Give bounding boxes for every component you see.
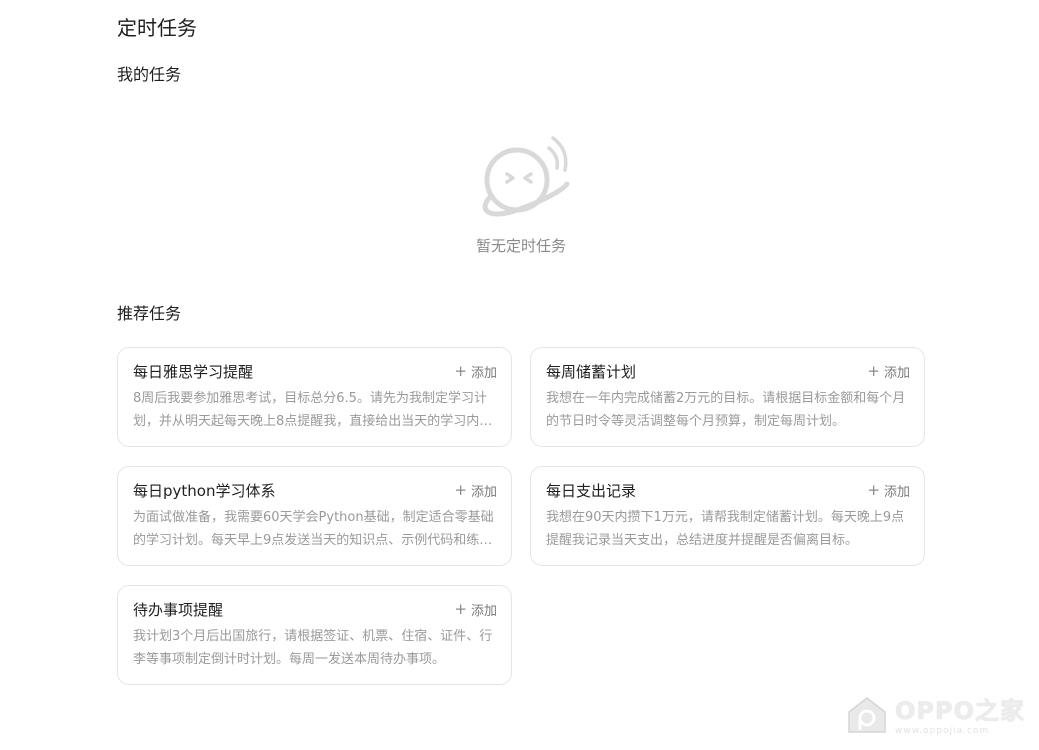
task-card-title: 每日雅思学习提醒 (133, 362, 254, 381)
add-task-button[interactable]: + 添加 (867, 362, 910, 381)
site-watermark: OPPO之家 www.oppojia.com (845, 691, 1025, 736)
my-tasks-heading: 我的任务 (117, 65, 182, 84)
empty-state: 暂无定时任务 (117, 130, 925, 256)
task-card-description: 我计划3个月后出国旅行，请根据签证、机票、住宿、证件、行李等事项制定倒计时计划。… (133, 629, 493, 667)
plus-icon: + (454, 599, 467, 618)
task-card-title: 每周储蓄计划 (546, 362, 637, 381)
recommended-task-list: 每日雅思学习提醒 + 添加 8周后我要参加雅思考试，目标总分6.5。请先为我制定学… (117, 347, 925, 685)
task-card-python[interactable]: 每日python学习体系 + 添加 为面试做准备，我需要60天学会Python基础… (117, 466, 512, 566)
add-task-button[interactable]: + 添加 (867, 481, 910, 500)
house-logo-icon (848, 696, 886, 733)
task-card-description: 我想在90天内攒下1万元，请帮我制定储蓄计划。每天晚上9点提醒我记录当天支出，总… (546, 510, 905, 548)
plus-icon: + (867, 480, 880, 499)
add-task-label: 添加 (470, 365, 497, 381)
empty-state-text: 暂无定时任务 (475, 237, 566, 255)
task-card-weekly-savings[interactable]: 每周储蓄计划 + 添加 我想在一年内完成储蓄2万元的目标。请根据目标金额和每个月的… (530, 347, 925, 447)
task-card-daily-expense[interactable]: 每日支出记录 + 添加 我想在90天内攒下1万元，请帮我制定储蓄计划。每天晚上9点… (530, 466, 925, 566)
task-card-description: 8周后我要参加雅思考试，目标总分6.5。请先为我制定学习计划，并从明天起每天晚上… (133, 391, 487, 429)
task-card-description: 我想在一年内完成储蓄2万元的目标。请根据目标金额和每个月的节日时令等灵活调整每个… (546, 391, 906, 429)
task-card-title: 每日python学习体系 (133, 481, 276, 500)
empty-planet-face-icon (482, 136, 570, 217)
add-task-label: 添加 (883, 484, 910, 500)
scheduled-tasks-page: 定时任务 我的任务 暂无定时任务 推荐任务 每日雅思学习提醒 + 添加 8周后我要… (0, 0, 1039, 750)
task-card-title: 待办事项提醒 (133, 600, 224, 619)
add-task-label: 添加 (470, 484, 497, 500)
add-task-button[interactable]: + 添加 (454, 600, 497, 619)
task-card-todo[interactable]: 待办事项提醒 + 添加 我计划3个月后出国旅行，请根据签证、机票、住宿、证件、行李… (117, 585, 512, 685)
plus-icon: + (867, 361, 880, 380)
task-card-ielts[interactable]: 每日雅思学习提醒 + 添加 8周后我要参加雅思考试，目标总分6.5。请先为我制定学… (117, 347, 512, 447)
watermark-title: OPPO之家 (895, 697, 1025, 725)
add-task-label: 添加 (883, 365, 910, 381)
recommended-tasks-heading: 推荐任务 (117, 304, 182, 323)
task-card-description: 为面试做准备，我需要60天学会Python基础，制定适合零基础的学习计划。每天早… (133, 510, 494, 548)
plus-icon: + (454, 361, 467, 380)
add-task-label: 添加 (470, 603, 497, 619)
add-task-button[interactable]: + 添加 (454, 481, 497, 500)
page-title: 定时任务 (117, 16, 197, 40)
task-card-title: 每日支出记录 (546, 481, 637, 500)
add-task-button[interactable]: + 添加 (454, 362, 497, 381)
plus-icon: + (454, 480, 467, 499)
watermark-url: www.oppojia.com (895, 726, 990, 736)
